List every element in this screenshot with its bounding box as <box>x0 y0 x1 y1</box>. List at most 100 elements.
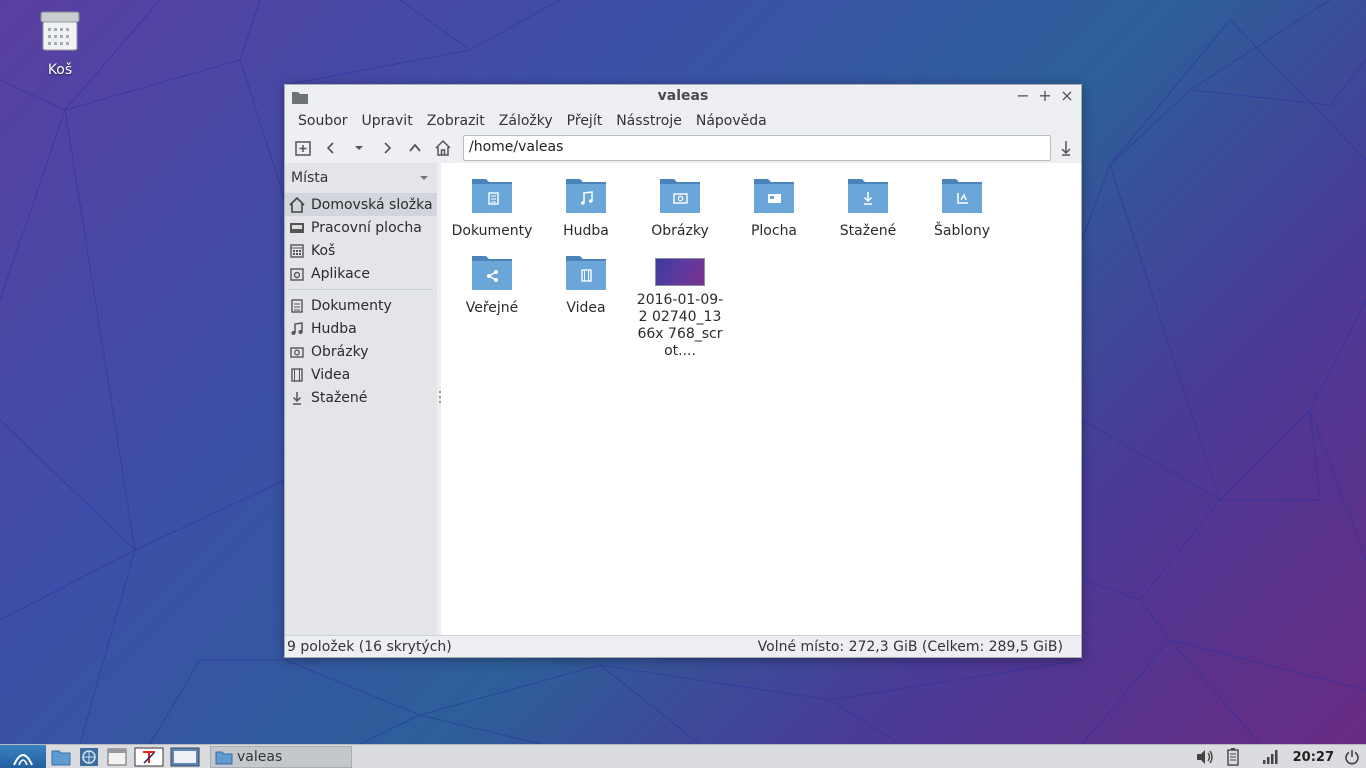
folder-public-icon <box>472 256 512 290</box>
file-item[interactable]: Veřejné <box>445 252 539 317</box>
music-icon <box>291 321 303 335</box>
forward-icon <box>384 142 392 154</box>
free-space: Volné místo: 272,3 GiB (Celkem: 289,5 Gi… <box>757 638 1063 655</box>
film-icon <box>291 367 303 382</box>
folder-download-icon <box>848 179 888 213</box>
location-bar[interactable]: /home/valeas <box>463 135 1051 161</box>
forward-button[interactable] <box>373 135 401 161</box>
desktop-trash-label: Koš <box>47 62 73 78</box>
image-thumbnail-icon <box>655 258 705 286</box>
back-button[interactable] <box>317 135 345 161</box>
trash-icon <box>290 243 304 258</box>
folder-icon <box>51 750 71 765</box>
workspace-switcher[interactable] <box>168 746 202 768</box>
menu-edit[interactable]: Upravit <box>355 113 420 129</box>
text-tool-launcher[interactable] <box>132 746 166 768</box>
file-name: Videa <box>566 300 606 316</box>
browser-launcher[interactable] <box>76 746 102 768</box>
file-item[interactable]: Šablony <box>915 175 1009 240</box>
menu-tools[interactable]: Násstroje <box>609 113 689 129</box>
status-bar: 9 položek (16 skrytých) Volné místo: 272… <box>285 635 1081 657</box>
show-desktop-button[interactable] <box>104 746 130 768</box>
minimize-button[interactable]: − <box>1015 87 1031 105</box>
camera-icon <box>290 346 304 358</box>
menu-go[interactable]: Přejít <box>560 113 610 129</box>
document-icon <box>291 298 303 313</box>
folder-templates-icon <box>942 179 982 213</box>
network-button[interactable] <box>1259 746 1283 768</box>
globe-icon <box>80 747 98 766</box>
sidebar-item-downloads[interactable]: Stažené <box>285 386 437 409</box>
sidebar-item-label: Domovská složka <box>311 196 433 213</box>
file-name: Obrázky <box>651 223 709 239</box>
close-button[interactable]: × <box>1059 87 1075 105</box>
file-view[interactable]: Dokumenty Hudba Obrázky Plocha Stažené Š… <box>441 163 1081 635</box>
home-button[interactable] <box>429 135 457 161</box>
taskbar-window-valeas[interactable]: valeas <box>210 745 352 768</box>
taskbar-window-label: valeas <box>237 748 283 765</box>
sidebar-item-applications[interactable]: Aplikace <box>285 262 437 285</box>
new-tab-icon <box>295 141 311 156</box>
file-item[interactable]: Plocha <box>727 175 821 240</box>
desktop-icon <box>290 222 304 233</box>
file-item[interactable]: Videa <box>539 252 633 317</box>
sidebar-item-trash[interactable]: Koš <box>285 239 437 262</box>
new-tab-button[interactable] <box>289 135 317 161</box>
sidebar-item-label: Stažené <box>311 389 368 406</box>
folder-desktop-icon <box>754 179 794 213</box>
battery-button[interactable] <box>1221 746 1245 768</box>
volume-button[interactable] <box>1193 746 1217 768</box>
chevron-down-icon <box>355 146 363 150</box>
file-name: Stažené <box>839 223 897 239</box>
chevron-down-icon <box>420 176 428 180</box>
sidebar-item-label: Obrázky <box>311 343 369 360</box>
start-menu-button[interactable] <box>0 744 46 768</box>
file-item[interactable]: Obrázky <box>633 175 727 240</box>
sidebar-item-music[interactable]: Hudba <box>285 317 437 340</box>
sidebar: Místa Domovská složka Pracovní plocha Ko… <box>285 163 441 635</box>
sidebar-mode-select[interactable]: Místa <box>285 163 437 193</box>
go-icon <box>1061 141 1071 156</box>
file-item[interactable]: Dokumenty <box>445 175 539 240</box>
menu-view[interactable]: Zobrazit <box>420 113 492 129</box>
title-bar[interactable]: valeas − + × <box>285 85 1081 109</box>
power-button[interactable] <box>1340 746 1364 768</box>
toolbar: /home/valeas <box>285 133 1081 163</box>
window-title: valeas <box>657 88 709 104</box>
file-item[interactable]: Hudba <box>539 175 633 240</box>
folder-music-icon <box>566 179 606 213</box>
back-icon <box>326 142 334 154</box>
maximize-button[interactable]: + <box>1037 87 1053 105</box>
sidebar-item-label: Koš <box>311 242 336 259</box>
text-editor-icon <box>134 747 164 766</box>
sidebar-item-pictures[interactable]: Obrázky <box>285 340 437 363</box>
sidebar-item-label: Hudba <box>311 320 357 337</box>
power-icon <box>1345 750 1359 765</box>
up-icon <box>409 143 421 152</box>
file-name: Šablony <box>934 223 990 239</box>
menu-bookmarks[interactable]: Záložky <box>492 113 560 129</box>
sidebar-item-desktop[interactable]: Pracovní plocha <box>285 216 437 239</box>
signal-icon <box>1262 750 1278 764</box>
folder-documents-icon <box>472 179 512 213</box>
go-button[interactable] <box>1055 137 1077 159</box>
sidebar-item-documents[interactable]: Dokumenty <box>285 294 437 317</box>
sidebar-item-home[interactable]: Domovská složka <box>285 193 437 216</box>
folder-pictures-icon <box>660 179 700 213</box>
menu-help[interactable]: Nápověda <box>689 113 774 129</box>
desktop-trash[interactable]: Koš <box>30 10 90 78</box>
file-manager-launcher[interactable] <box>48 746 74 768</box>
sidebar-item-videos[interactable]: Videa <box>285 363 437 386</box>
folder-icon <box>215 751 233 764</box>
up-button[interactable] <box>401 135 429 161</box>
item-count: 9 položek (16 skrytých) <box>287 638 452 655</box>
clock[interactable]: 20:27 <box>1293 750 1334 765</box>
folder-videos-icon <box>566 256 606 290</box>
history-button[interactable] <box>345 135 373 161</box>
file-item[interactable]: 2016-01-09-2 02740_1366x 768_scrot.... <box>633 252 727 360</box>
menu-file[interactable]: Soubor <box>291 113 355 129</box>
file-name: Dokumenty <box>451 223 533 239</box>
file-item[interactable]: Stažené <box>821 175 915 240</box>
home-icon <box>435 139 451 156</box>
taskbar: valeas 20:27 <box>0 744 1366 768</box>
